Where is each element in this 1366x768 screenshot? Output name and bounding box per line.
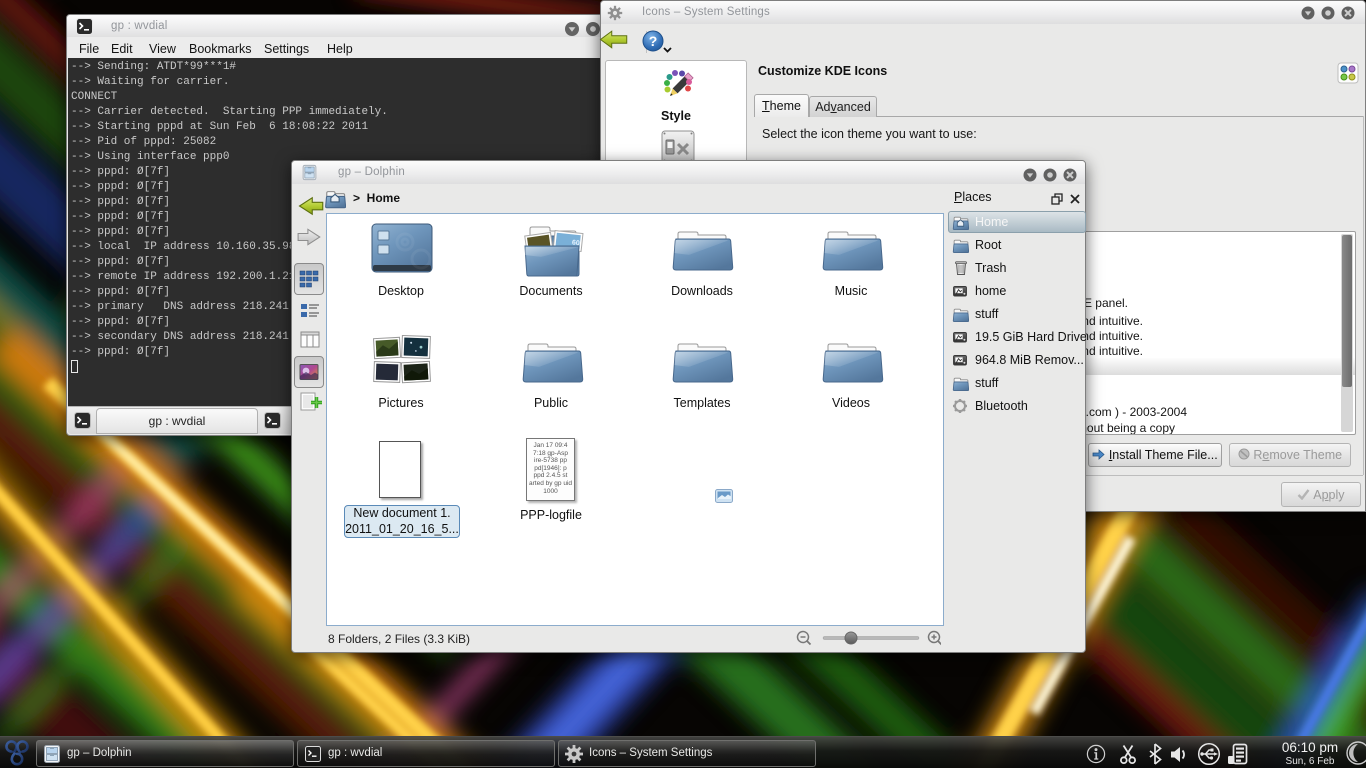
svg-text:?: ? <box>649 33 658 49</box>
